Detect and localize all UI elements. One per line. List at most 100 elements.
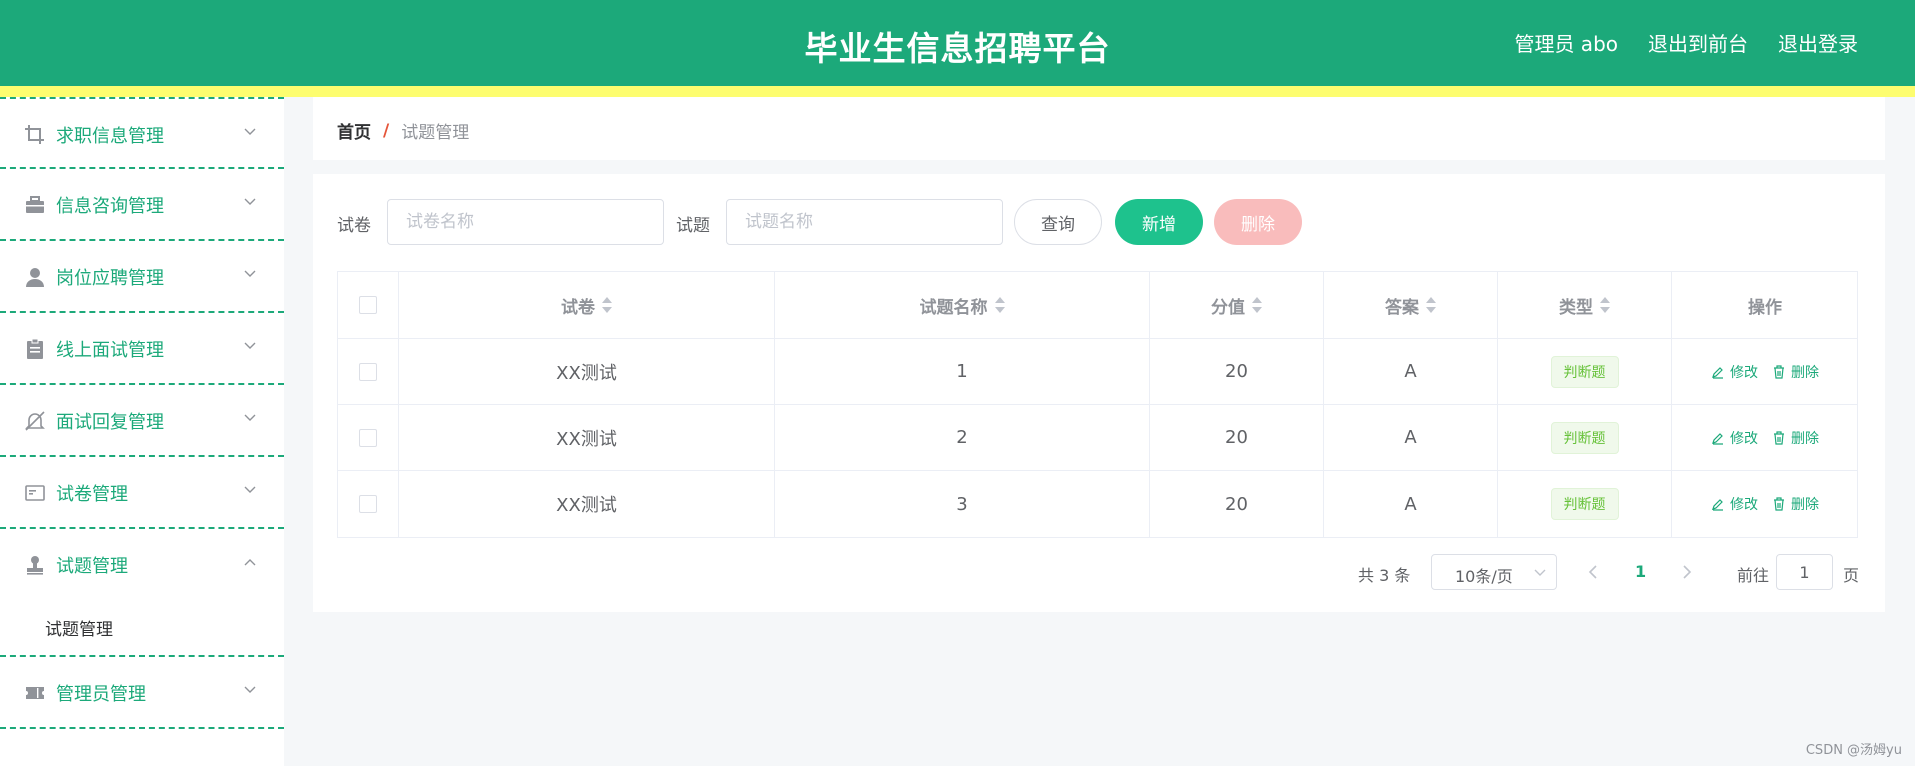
top-header: 毕业生信息招聘平台 管理员 abo 退出到前台 退出登录 [0, 0, 1915, 86]
sidebar-item-label: 面试回复管理 [56, 412, 164, 433]
sidebar-item-label: 试题管理 [56, 556, 128, 577]
sidebar-item-consult: 信息咨询管理 [0, 169, 284, 241]
sort-icon[interactable] [994, 297, 1005, 313]
column-header-actions: 操作 [1672, 272, 1858, 338]
cell-paper: XX测试 [399, 471, 775, 537]
user-icon [26, 268, 44, 287]
edit-label: 修改 [1730, 430, 1758, 447]
admin-user-label: 管理员 abo [1514, 32, 1618, 56]
sidebar-item-application-header[interactable]: 岗位应聘管理 [0, 241, 284, 311]
sidebar-item-consult-header[interactable]: 信息咨询管理 [0, 169, 284, 239]
chevron-down-icon [244, 414, 256, 421]
cell-score: 20 [1150, 405, 1324, 470]
paper-label: 试卷 [337, 216, 371, 236]
trash-icon [1774, 497, 1784, 511]
column-header-label: 答案 [1385, 297, 1419, 318]
select-all-cell [338, 272, 399, 338]
edit-button[interactable]: 修改 [1711, 494, 1758, 514]
prev-page-icon[interactable] [1583, 560, 1603, 584]
row-select-cell [338, 339, 399, 404]
query-button[interactable]: 查询 [1014, 199, 1102, 245]
ticket-icon [26, 687, 44, 699]
breadcrumb-current: 试题管理 [401, 123, 470, 143]
add-button[interactable]: 新增 [1115, 199, 1203, 245]
batch-delete-button[interactable]: 删除 [1214, 199, 1302, 245]
breadcrumb-home[interactable]: 首页 [337, 118, 371, 143]
column-header-label: 操作 [1748, 297, 1782, 318]
delete-label: 删除 [1791, 364, 1819, 381]
delete-button[interactable]: 删除 [1772, 428, 1819, 448]
breadcrumb-separator: / [383, 120, 390, 141]
select-all-checkbox[interactable] [359, 296, 377, 314]
cell-type: 判断题 [1498, 339, 1672, 404]
row-checkbox[interactable] [359, 428, 377, 447]
bell-off-icon [25, 411, 45, 431]
table-header-row: 试卷 试题名称 分值 答案 类型 操作 [338, 272, 1857, 339]
pagination: 共 3 条 10条/页 1 前往 页 [313, 554, 1885, 590]
sidebar-item-admin-header[interactable]: 管理员管理 [0, 657, 284, 727]
row-select-cell [338, 405, 399, 470]
edit-icon [1712, 432, 1723, 445]
row-checkbox[interactable] [359, 362, 377, 381]
edit-icon [1712, 366, 1723, 379]
edit-button[interactable]: 修改 [1711, 428, 1758, 448]
trash-icon [1774, 364, 1784, 379]
sort-icon[interactable] [602, 297, 612, 313]
question-name-input[interactable] [726, 199, 1003, 245]
cell-question-name: 1 [775, 339, 1150, 404]
column-header-label: 试题名称 [919, 297, 988, 318]
crop-icon [25, 125, 44, 144]
edit-button[interactable]: 修改 [1711, 362, 1758, 382]
cell-actions: 修改 删除 [1672, 405, 1858, 470]
sort-icon[interactable] [1600, 297, 1610, 313]
column-header-paper[interactable]: 试卷 [399, 272, 775, 338]
sort-icon[interactable] [1426, 297, 1436, 313]
row-select-cell [338, 471, 399, 537]
column-header-label: 分值 [1211, 297, 1245, 318]
column-header-label: 类型 [1559, 297, 1593, 318]
sidebar-item-interview-header[interactable]: 线上面试管理 [0, 313, 284, 383]
delete-button[interactable]: 删除 [1772, 362, 1819, 382]
page-number-current[interactable]: 1 [1635, 562, 1646, 581]
sidebar-item-paper-header[interactable]: 试卷管理 [0, 457, 284, 527]
back-to-front-link[interactable]: 退出到前台 [1648, 28, 1748, 57]
sidebar-item-reply-header[interactable]: 面试回复管理 [0, 385, 284, 455]
column-header-answer[interactable]: 答案 [1324, 272, 1498, 338]
stamp-icon [27, 556, 43, 575]
chevron-down-icon [244, 342, 256, 349]
sidebar-item-question: 试题管理 试题管理 [0, 529, 284, 657]
cell-question-name: 2 [775, 405, 1150, 470]
sidebar-item-job-info-header[interactable]: 求职信息管理 [0, 99, 284, 169]
next-page-icon[interactable] [1677, 560, 1697, 584]
delete-button[interactable]: 删除 [1772, 494, 1819, 514]
logout-link[interactable]: 退出登录 [1778, 28, 1858, 57]
breadcrumb: 首页 / 试题管理 [337, 118, 470, 144]
goto-page-input[interactable] [1776, 554, 1833, 590]
paper-name-input[interactable] [387, 199, 664, 245]
sidebar-item-interview: 线上面试管理 [0, 313, 284, 385]
cell-answer: A [1324, 471, 1498, 537]
column-header-score[interactable]: 分值 [1150, 272, 1324, 338]
cell-type: 判断题 [1498, 405, 1672, 470]
row-checkbox[interactable] [359, 495, 377, 513]
type-tag: 判断题 [1550, 355, 1619, 388]
column-header-type[interactable]: 类型 [1498, 272, 1672, 338]
goto-label: 前往 [1737, 566, 1770, 585]
pagination-total: 共 3 条 [1358, 566, 1411, 585]
chevron-down-icon [1534, 569, 1546, 576]
sort-icon[interactable] [1252, 297, 1262, 313]
column-header-question-name[interactable]: 试题名称 [775, 272, 1150, 338]
sidebar-item-paper: 试卷管理 [0, 457, 284, 529]
sidebar-item-question-header[interactable]: 试题管理 [0, 529, 284, 599]
page-size-select[interactable]: 10条/页 [1431, 554, 1557, 590]
sidebar-item-label: 信息咨询管理 [56, 196, 164, 217]
questions-table: 试卷 试题名称 分值 答案 类型 操作 XX测试 1 20 A 判断题 修改 删… [337, 271, 1858, 538]
submenu-label: 试题管理 [45, 620, 113, 640]
chevron-down-icon [244, 686, 256, 693]
edit-label: 修改 [1730, 364, 1758, 381]
header-accent-strip [0, 86, 1915, 97]
submenu-question-manage[interactable]: 试题管理 [0, 599, 284, 655]
postcard-icon [25, 485, 45, 501]
chevron-down-icon [244, 270, 256, 277]
question-label: 试题 [676, 216, 710, 236]
